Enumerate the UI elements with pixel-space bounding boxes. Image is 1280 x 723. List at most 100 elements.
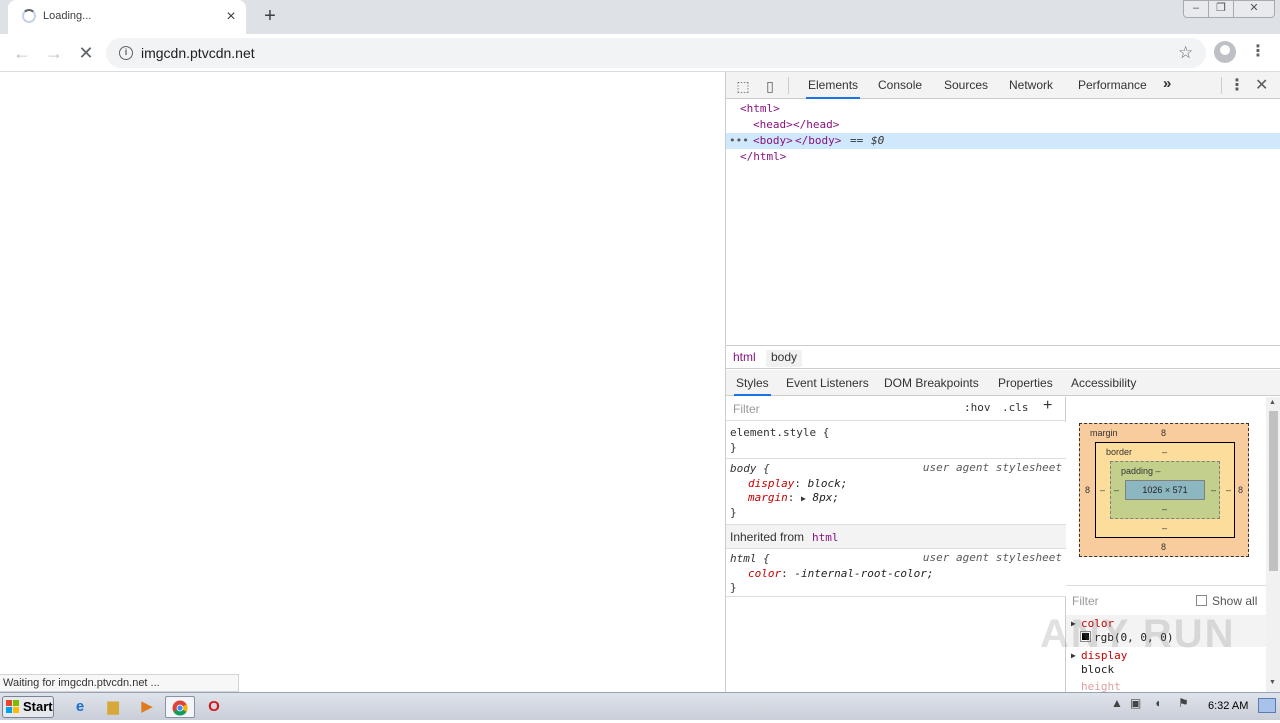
devtools-close-icon[interactable]: ✕ <box>1255 75 1268 95</box>
start-button[interactable]: Start <box>2 696 54 718</box>
new-rule-button[interactable]: + <box>1043 397 1052 415</box>
box-model-border[interactable]: border – – – – padding – – – – 1026 × 57… <box>1095 442 1235 538</box>
box-model-content[interactable]: 1026 × 571 <box>1125 480 1205 500</box>
stop-loading-button[interactable]: ✕ <box>74 41 98 65</box>
tab-performance[interactable]: Performance <box>1076 72 1149 99</box>
toolbar-divider <box>1221 77 1222 94</box>
breadcrumb-html[interactable]: html <box>728 350 761 364</box>
more-tabs-icon[interactable]: » <box>1163 75 1171 92</box>
computed-property[interactable]: height <box>1066 679 1266 692</box>
border-left-value[interactable]: – <box>1100 485 1105 495</box>
browser-menu-icon[interactable]: ⋮ <box>1250 41 1266 63</box>
window-restore-button[interactable]: ❐ <box>1208 0 1234 18</box>
tab-close-icon[interactable]: × <box>222 8 240 26</box>
devtools-menu-icon[interactable]: ⋮ <box>1229 75 1245 95</box>
node-actions-icon[interactable]: ••• <box>729 133 749 149</box>
window-close-button[interactable]: ✕ <box>1233 0 1275 18</box>
box-model-padding[interactable]: padding – – – – 1026 × 571 <box>1110 461 1220 519</box>
dom-node-html[interactable]: <html> <box>726 101 1280 117</box>
show-all-label[interactable]: Show all <box>1212 594 1257 608</box>
window-minimize-button[interactable]: – <box>1183 0 1209 18</box>
expand-triangle-icon[interactable]: ▶ <box>801 494 806 503</box>
margin-left-value[interactable]: 8 <box>1085 485 1090 495</box>
dom-node-html-close[interactable]: </html> <box>726 149 1280 165</box>
device-toolbar-icon[interactable]: ▯ <box>760 76 780 96</box>
border-right-value[interactable]: – <box>1226 485 1231 495</box>
inherited-from-link[interactable]: html <box>812 531 839 544</box>
scroll-up-icon[interactable]: ▲ <box>1269 399 1276 406</box>
browser-toolbar: ← → ✕ i imgcdn.ptvcdn.net ☆ <box>0 34 1280 72</box>
computed-scrollbar[interactable]: ▲ ▼ <box>1266 397 1280 692</box>
margin-right-value[interactable]: 8 <box>1238 485 1243 495</box>
padding-left-value[interactable]: – <box>1114 485 1119 495</box>
inspect-element-icon[interactable]: ⬚ <box>733 76 753 96</box>
rule-source[interactable]: user agent stylesheet <box>923 461 1062 474</box>
tab-dom-breakpoints[interactable]: DOM Breakpoints <box>882 370 981 396</box>
rule-selector: body { <box>730 462 770 476</box>
computed-filter-input[interactable] <box>1072 593 1182 609</box>
address-bar[interactable]: i imgcdn.ptvcdn.net ☆ <box>106 38 1206 68</box>
property-name: margin <box>748 491 788 504</box>
tab-elements[interactable]: Elements <box>806 72 861 99</box>
chrome-taskbar-button[interactable] <box>165 696 195 718</box>
element-style-rule[interactable]: element.style { } <box>726 422 1066 459</box>
hover-state-button[interactable]: :hov <box>964 401 991 414</box>
opera-icon[interactable]: O <box>202 696 226 718</box>
border-top-value[interactable]: – <box>1162 447 1167 457</box>
profile-avatar-icon[interactable] <box>1214 41 1236 63</box>
body-style-rule[interactable]: body { user agent stylesheet display: bl… <box>726 459 1066 525</box>
padding-bottom-value[interactable]: – <box>1162 504 1167 514</box>
tab-title: Loading... <box>43 10 92 22</box>
media-player-icon[interactable]: ▶ <box>135 696 159 718</box>
box-model-margin[interactable]: margin 8 8 8 8 border – – – – padding – … <box>1079 423 1249 557</box>
tab-accessibility[interactable]: Accessibility <box>1069 370 1138 396</box>
css-property[interactable]: color: -internal-root-color; <box>748 567 933 581</box>
file-explorer-icon[interactable]: ▆ <box>101 696 125 718</box>
css-property[interactable]: display: block; <box>748 477 847 491</box>
clock[interactable]: 6:32 AM <box>1208 700 1248 712</box>
internet-explorer-icon[interactable]: e <box>68 696 92 718</box>
show-desktop-button[interactable] <box>1258 698 1276 713</box>
computed-property-value: block <box>1081 663 1115 676</box>
margin-top-value[interactable]: 8 <box>1161 428 1166 438</box>
rule-close-brace: } <box>730 506 737 519</box>
bookmark-star-icon[interactable]: ☆ <box>1178 43 1193 63</box>
rule-selector: element.style { <box>730 426 830 439</box>
watermark-logo: ANY RUN <box>1040 612 1236 656</box>
network-icon[interactable]: ▣ <box>1130 696 1141 710</box>
breadcrumb-body[interactable]: body <box>766 350 803 367</box>
border-bottom-value[interactable]: – <box>1162 523 1167 533</box>
rule-source[interactable]: user agent stylesheet <box>923 551 1062 564</box>
computed-filter-bar: Show all <box>1066 585 1266 615</box>
back-button[interactable]: ← <box>10 41 34 65</box>
tab-console[interactable]: Console <box>876 72 924 99</box>
devtools-toolbar: ⬚ ▯ Elements Console Sources Network Per… <box>726 72 1280 99</box>
padding-right-value[interactable]: – <box>1211 485 1216 495</box>
tab-properties[interactable]: Properties <box>996 370 1055 396</box>
styles-filter-input[interactable] <box>730 400 954 418</box>
windows-flag-icon <box>6 700 19 713</box>
action-center-flag-icon[interactable]: ⚑ <box>1178 696 1189 710</box>
tab-network[interactable]: Network <box>1007 72 1055 99</box>
browser-tab[interactable]: Loading... × <box>8 0 246 34</box>
site-info-icon[interactable]: i <box>119 46 133 60</box>
show-all-checkbox[interactable] <box>1196 595 1207 606</box>
tab-styles[interactable]: Styles <box>734 370 771 396</box>
browser-tab-strip: Loading... × + – ❐ ✕ <box>0 0 1280 34</box>
html-style-rule[interactable]: html { user agent stylesheet color: -int… <box>726 549 1066 597</box>
volume-icon[interactable]: ◖ <box>1154 696 1161 710</box>
url-text[interactable]: imgcdn.ptvcdn.net <box>141 45 255 61</box>
dom-node-head[interactable]: <head> </head> <box>726 117 1280 133</box>
tab-event-listeners[interactable]: Event Listeners <box>784 370 871 396</box>
dom-node-body-selected[interactable]: ••• <body> </body> == $0 <box>726 133 1280 149</box>
class-toggle-button[interactable]: .cls <box>1002 401 1029 414</box>
margin-bottom-value[interactable]: 8 <box>1161 542 1166 552</box>
tray-expand-icon[interactable]: ▲ <box>1111 696 1123 710</box>
scrollbar-thumb[interactable] <box>1269 411 1278 571</box>
selector-text: body <box>730 462 757 475</box>
new-tab-button[interactable]: + <box>258 5 282 29</box>
tab-sources[interactable]: Sources <box>942 72 990 99</box>
scroll-down-icon[interactable]: ▼ <box>1269 679 1276 686</box>
css-property[interactable]: margin: ▶ 8px; <box>748 491 839 505</box>
forward-button[interactable]: → <box>42 41 66 65</box>
